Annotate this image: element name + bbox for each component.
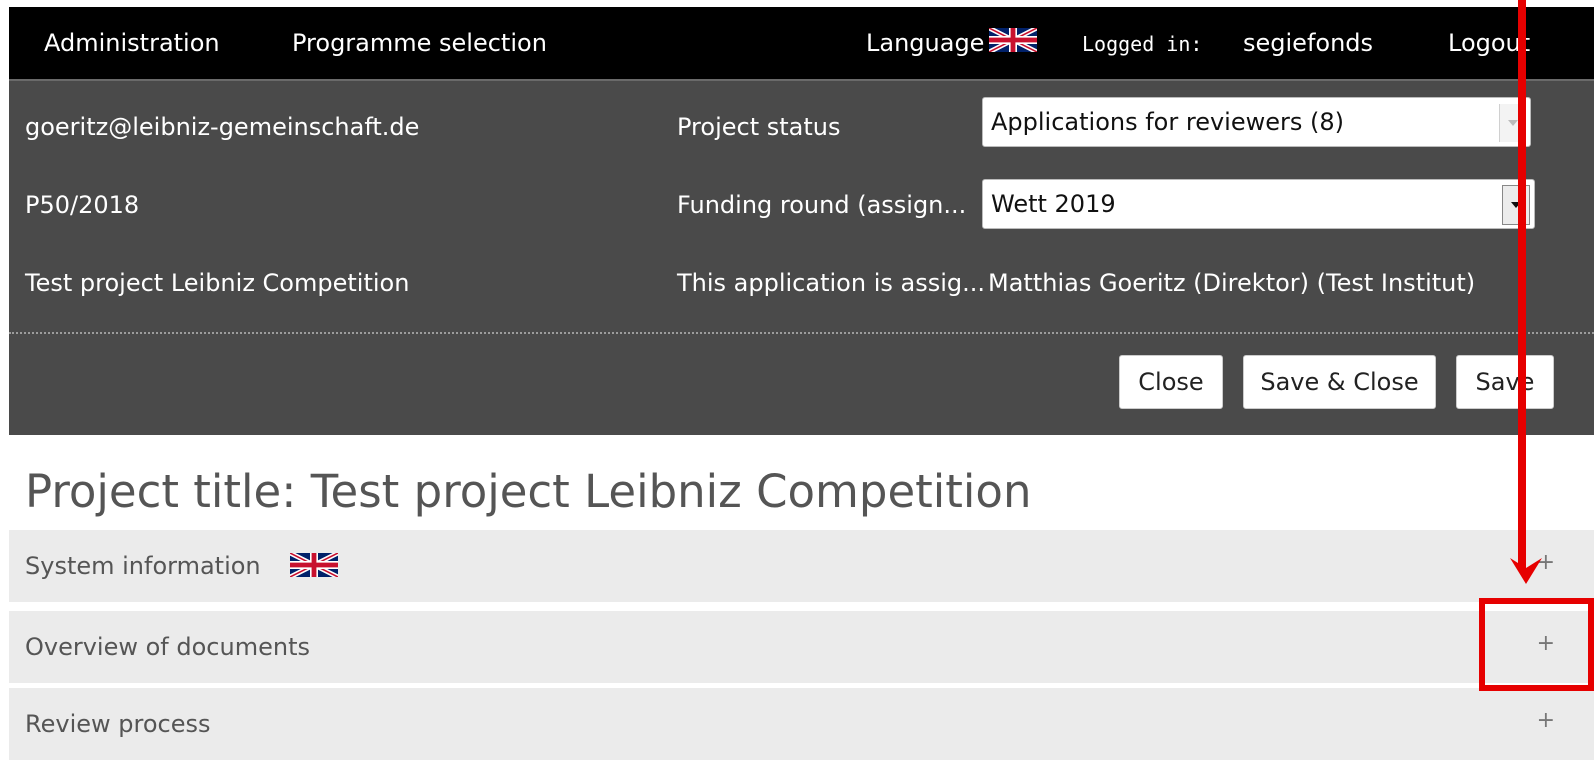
nav-programme-selection-link[interactable]: Programme selection [292,29,547,57]
funding-round-select[interactable]: Wett 2019 [982,179,1535,229]
uk-flag-icon [290,553,339,577]
section-label: System information [25,552,339,580]
annotation-arrow-line [1518,0,1526,568]
project-number: P50/2018 [25,191,140,219]
project-status-value: Applications for reviewers (8) [991,108,1344,136]
section-label: Review process [25,710,211,738]
page-title: Project title: Test project Leibniz Comp… [25,465,1032,518]
username-label: segiefonds [1243,29,1374,57]
close-button[interactable]: Close [1119,355,1223,409]
funding-round-label: Funding round (assign... [677,191,967,219]
annotation-arrow-head [1510,558,1542,584]
assigned-to-label: This application is assig... [677,269,985,297]
expand-toggle[interactable]: + [1537,708,1555,733]
section-overview-of-documents[interactable]: Overview of documents + [9,611,1594,683]
panel-divider [9,332,1594,334]
project-status-select[interactable]: Applications for reviewers (8) [982,97,1531,147]
section-system-information[interactable]: System information + [9,530,1594,602]
project-name: Test project Leibniz Competition [25,269,410,297]
language-flag-icon[interactable] [989,25,1037,55]
assigned-to-value: Matthias Goeritz (Direktor) (Test Instit… [988,269,1476,297]
section-label: Overview of documents [25,633,310,661]
logged-in-label: Logged in: [1082,32,1203,56]
language-label: Language [866,29,985,57]
top-navigation-bar: Administration Programme selection Langu… [9,7,1594,81]
annotation-highlight-box [1479,598,1594,691]
save-and-close-button[interactable]: Save & Close [1243,355,1436,409]
project-status-label: Project status [677,113,841,141]
funding-round-value: Wett 2019 [991,190,1116,218]
nav-administration-link[interactable]: Administration [44,29,220,57]
save-button[interactable]: Save [1456,355,1554,409]
uk-flag-icon [989,28,1037,52]
user-email: goeritz@leibniz-gemeinschaft.de [25,113,420,141]
section-review-process[interactable]: Review process + [9,688,1594,760]
